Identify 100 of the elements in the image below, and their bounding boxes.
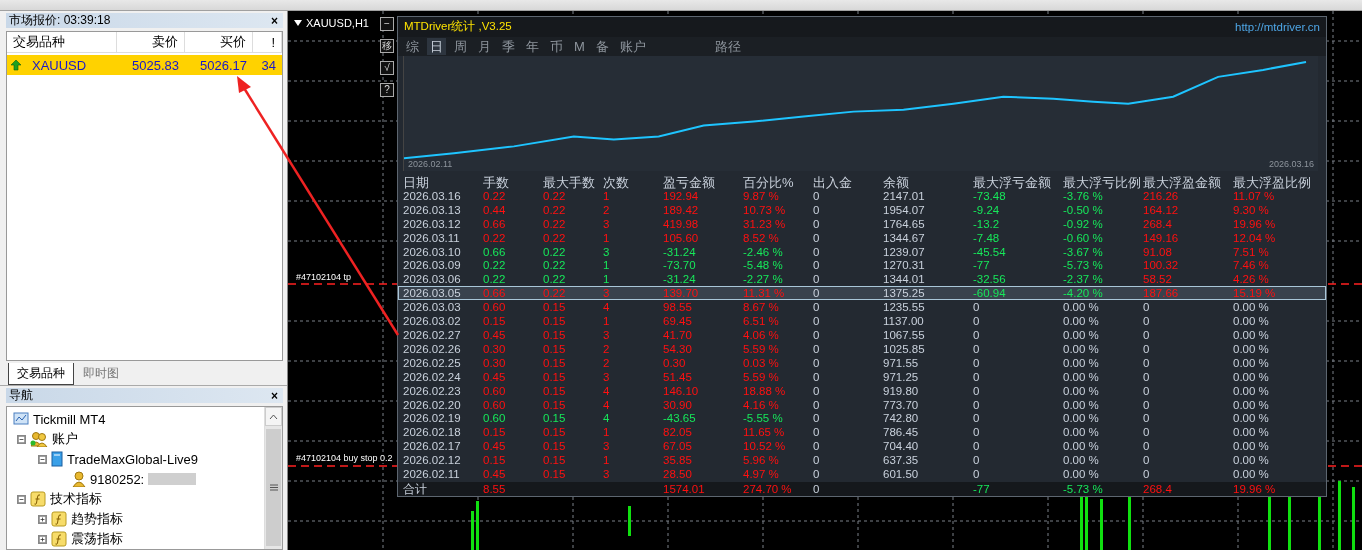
table-cell-text: 11.31 % bbox=[743, 287, 786, 300]
table-row[interactable]: 2026.02.23 0.60 0.15 4 146.10 18.88 % 0 919.80 0 0.00 % 0 0.00 % bbox=[398, 383, 1326, 398]
table-cell-text: 0.22 bbox=[543, 217, 567, 230]
table-row[interactable]: 2026.03.05 0.66 0.22 3 139.70 11.31 % 0 1375.25 -60.94 -4.20 % 187.66 15.19 % bbox=[398, 286, 1326, 301]
table-cell-text: 0.15 bbox=[483, 454, 507, 467]
table-cell-text: 0.30 bbox=[483, 342, 507, 355]
table-row[interactable]: 2026.03.09 0.22 0.22 1 -73.70 -5.48 % 0 1270.31 -77 -5.73 % 100.32 7.46 % bbox=[398, 258, 1326, 273]
table-cell-text: 0 bbox=[1143, 342, 1151, 355]
table-cell-text: 0.45 bbox=[483, 440, 507, 453]
tree-item-label[interactable]: 震荡指标 bbox=[71, 530, 123, 548]
tab[interactable]: 周 bbox=[451, 37, 470, 55]
tab[interactable]: 年 bbox=[523, 37, 542, 55]
table-cell-text: -0.50 % bbox=[1063, 203, 1104, 216]
tree-item-label[interactable]: 账户 bbox=[52, 430, 78, 448]
tab[interactable]: 账户 bbox=[616, 37, 649, 55]
collapse-toggle[interactable] bbox=[38, 454, 47, 464]
table-cell-text: 1375.25 bbox=[883, 287, 926, 300]
tab[interactable]: 备 bbox=[592, 37, 612, 55]
table-cell-text: 0 bbox=[813, 231, 821, 244]
tab[interactable]: 即时图 bbox=[74, 362, 128, 385]
table-cell-text: 0 bbox=[813, 315, 821, 328]
table-cell-text: -3.67 % bbox=[1063, 245, 1104, 258]
table-cell-text: 0 bbox=[813, 203, 821, 216]
table-cell-text: 0 bbox=[973, 412, 981, 425]
candle bbox=[476, 501, 479, 550]
table-cell-text: 0.00 % bbox=[1063, 398, 1100, 411]
table-row[interactable]: 2026.02.12 0.15 0.15 1 35.85 5.96 % 0 637.35 0 0.00 % 0 0.00 % bbox=[398, 453, 1326, 468]
table-cell-text: 7.51 % bbox=[1233, 245, 1270, 258]
table-row[interactable]: 2026.03.10 0.66 0.22 3 -31.24 -2.46 % 0 1239.07 -45.54 -3.67 % 91.08 7.51 % bbox=[398, 244, 1326, 259]
table-row[interactable]: 2026.03.06 0.22 0.22 1 -31.24 -2.27 % 0 1344.01 -32.56 -2.37 % 58.52 4.26 % bbox=[398, 272, 1326, 287]
table-row[interactable]: 2026.03.02 0.15 0.15 1 69.45 6.51 % 0 1137.00 0 0.00 % 0 0.00 % bbox=[398, 314, 1326, 328]
tree-item-label[interactable]: 技术指标 bbox=[50, 490, 102, 508]
table-row[interactable]: 2026.03.11 0.22 0.22 1 105.60 8.52 % 0 1344.67 -7.48 -0.60 % 149.16 12.04 % bbox=[398, 230, 1326, 245]
table-row[interactable]: 2026.02.24 0.45 0.15 3 51.45 5.59 % 0 971.25 0 0.00 % 0 0.00 % bbox=[398, 369, 1326, 384]
website-link[interactable]: http://mtdriver.cn bbox=[1235, 20, 1320, 33]
table-cell-text: 3 bbox=[603, 217, 611, 230]
collapse-toggle[interactable] bbox=[17, 434, 26, 444]
tree-item-label[interactable]: TradeMaxGlobal-Live9 bbox=[67, 451, 199, 467]
tree-item-label[interactable]: 9180252: bbox=[90, 471, 145, 487]
table-cell-text: 51.45 bbox=[663, 370, 693, 383]
candle bbox=[471, 511, 474, 550]
tab[interactable]: 日 bbox=[427, 37, 446, 55]
table-cell-text: 0.00 % bbox=[1233, 328, 1270, 341]
table-cell-text: 2147.01 bbox=[883, 189, 926, 202]
dropdown-arrow-icon[interactable] bbox=[294, 20, 302, 26]
table-row[interactable]: 2026.02.25 0.30 0.15 2 0.30 0.03 % 0 971.55 0 0.00 % 0 0.00 % bbox=[398, 355, 1326, 370]
scrollbar-thumb[interactable] bbox=[266, 429, 281, 546]
expand-toggle[interactable] bbox=[38, 534, 47, 544]
table-cell-text: 91.08 bbox=[1143, 245, 1173, 258]
table-row[interactable]: 2026.02.18 0.15 0.15 1 82.05 11.65 % 0 786.45 0 0.00 % 0 0.00 % bbox=[398, 425, 1326, 440]
panel-title: MTDriver统计 ,V3.25 bbox=[404, 19, 512, 35]
table-row[interactable]: 2026.03.12 0.66 0.22 3 419.98 31.23 % 0 1764.65 -13.2 -0.92 % 268.4 19.96 % bbox=[398, 216, 1326, 231]
table-row[interactable]: 2026.03.13 0.44 0.22 2 189.42 10.73 % 0 1954.07 -9.24 -0.50 % 164.12 9.30 % bbox=[398, 202, 1326, 217]
tab[interactable]: 交易品种 bbox=[8, 363, 74, 385]
table-row[interactable]: 2026.02.17 0.45 0.15 3 67.05 10.52 % 0 704.40 0 0.00 % 0 0.00 % bbox=[398, 439, 1326, 454]
table-row[interactable]: 2026.02.26 0.30 0.15 2 54.30 5.59 % 0 1025.85 0 0.00 % 0 0.00 % bbox=[398, 341, 1326, 356]
tab[interactable]: M bbox=[571, 37, 588, 55]
tab[interactable]: 币 bbox=[547, 37, 566, 55]
column-header[interactable]: ! bbox=[253, 32, 282, 52]
table-row[interactable]: 合计 8.55 1574.01 274.70 % 0 -77 -5.73 % 268.4 19.96 % bbox=[398, 482, 1326, 496]
table-cell-text: 2026.02.20 bbox=[403, 398, 462, 411]
table-cell-text: 0.22 bbox=[483, 259, 507, 272]
table-cell-text: 0.22 bbox=[483, 273, 507, 286]
tree-item-label[interactable]: Tickmill MT4 bbox=[33, 411, 106, 427]
table-cell-text: 0.00 % bbox=[1233, 356, 1270, 369]
close-button[interactable]: × bbox=[269, 14, 280, 27]
table-cell-text: 0.66 bbox=[483, 287, 507, 300]
table-cell-text: 0.00 % bbox=[1063, 440, 1100, 453]
chart-side-button[interactable]: − bbox=[380, 17, 394, 31]
collapse-toggle[interactable] bbox=[17, 494, 26, 504]
chart-side-button[interactable]: 移 bbox=[380, 39, 394, 53]
table-cell-text: 0.00 % bbox=[1233, 301, 1270, 314]
table-cell-text: 149.16 bbox=[1143, 231, 1180, 244]
close-button[interactable]: × bbox=[269, 389, 280, 402]
tab[interactable]: 综 bbox=[403, 37, 422, 55]
table-cell-text: 0 bbox=[973, 328, 981, 341]
tab[interactable]: 月 bbox=[475, 37, 494, 55]
table-cell-text: 2026.03.05 bbox=[403, 287, 462, 300]
quote-row[interactable]: XAUUSD 5025.83 5026.17 34 bbox=[7, 55, 282, 75]
table-cell-text: 0 bbox=[1143, 370, 1151, 383]
column-header[interactable]: 卖价 bbox=[117, 32, 185, 52]
tab[interactable]: 季 bbox=[499, 37, 518, 55]
table-row[interactable]: 2026.02.19 0.60 0.15 4 -43.65 -5.55 % 0 742.80 0 0.00 % 0 0.00 % bbox=[398, 411, 1326, 426]
table-cell-text: 0.00 % bbox=[1233, 384, 1270, 397]
scroll-up-button[interactable] bbox=[265, 407, 282, 426]
table-cell-text: 2026.03.02 bbox=[403, 315, 462, 328]
table-row[interactable]: 2026.03.03 0.60 0.15 4 98.55 8.67 % 0 1235.55 0 0.00 % 0 0.00 % bbox=[398, 300, 1326, 315]
tab[interactable]: 路径 bbox=[711, 37, 744, 55]
tree-item-label[interactable]: 趋势指标 bbox=[71, 510, 123, 528]
table-cell-text: 3 bbox=[603, 245, 611, 258]
table-row[interactable]: 2026.02.11 0.45 0.15 3 28.50 4.97 % 0 601.50 0 0.00 % 0 0.00 % bbox=[398, 467, 1326, 481]
chart-side-button[interactable]: √ bbox=[380, 61, 394, 75]
table-cell-text: 11.07 % bbox=[1233, 189, 1276, 202]
table-row[interactable]: 2026.02.20 0.60 0.15 4 30.90 4.16 % 0 773.70 0 0.00 % 0 0.00 % bbox=[398, 397, 1326, 412]
column-header[interactable]: 买价 bbox=[185, 32, 253, 52]
column-header[interactable]: 交易品种 bbox=[7, 32, 117, 52]
table-row[interactable]: 2026.02.27 0.45 0.15 3 41.70 4.06 % 0 1067.55 0 0.00 % 0 0.00 % bbox=[398, 328, 1326, 342]
chart-side-button[interactable]: ? bbox=[380, 83, 394, 97]
expand-toggle[interactable] bbox=[38, 514, 47, 524]
table-cell-text: 0.15 bbox=[543, 356, 567, 369]
